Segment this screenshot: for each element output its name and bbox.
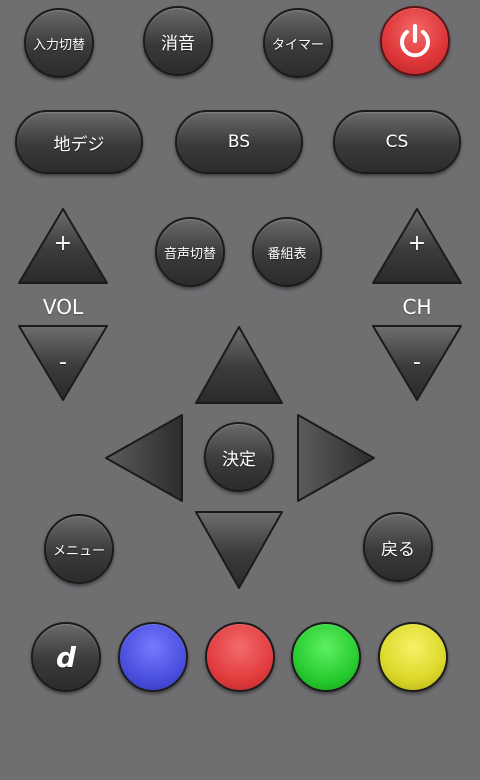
volume-up-button[interactable]: + [17,207,109,285]
audio-switch-button[interactable]: 音声切替 [155,217,225,287]
d-button[interactable]: d [31,622,101,692]
red-button[interactable] [205,622,275,692]
dpad-right-button[interactable] [296,413,376,503]
cs-button[interactable]: CS [333,110,461,174]
volume-up-label: + [53,231,73,256]
timer-label: タイマー [271,37,324,53]
terrestrial-digital-button[interactable]: 地デジ [15,110,143,174]
mute-label: 消音 [161,33,195,54]
power-button[interactable] [380,6,450,76]
program-guide-button[interactable]: 番組表 [252,217,322,287]
menu-label: メニュー [52,543,105,559]
bs-button[interactable]: BS [175,110,303,174]
channel-label: CH [402,295,432,319]
power-icon [400,24,430,58]
timer-button[interactable]: タイマー [263,8,333,78]
triangle-down-icon [195,511,283,589]
triangle-left-icon [105,414,183,502]
volume-label: VOL [42,295,84,319]
cs-label: CS [385,132,409,152]
back-label: 戻る [381,539,415,560]
triangle-right-icon [297,414,375,502]
channel-up-button[interactable]: + [371,207,463,285]
back-button[interactable]: 戻る [363,512,433,582]
input-switch-button[interactable]: 入力切替 [24,8,94,78]
dpad-left-button[interactable] [104,413,184,503]
triangle-up-icon [195,326,283,404]
blue-button[interactable] [118,622,188,692]
channel-up-label: + [407,231,427,256]
dpad-up-button[interactable] [194,325,284,405]
input-switch-label: 入力切替 [32,37,85,53]
volume-down-button[interactable]: - [17,324,109,402]
ok-button[interactable]: 決定 [204,422,274,492]
audio-switch-label: 音声切替 [163,246,216,262]
mute-button[interactable]: 消音 [143,6,213,76]
dpad-down-button[interactable] [194,510,284,590]
terrestrial-digital-label: 地デジ [53,134,105,155]
volume-down-label: - [59,350,67,375]
green-button[interactable] [291,622,361,692]
program-guide-label: 番組表 [267,246,307,262]
menu-button[interactable]: メニュー [44,514,114,584]
yellow-button[interactable] [378,622,448,692]
bs-label: BS [227,132,251,152]
ok-label: 決定 [222,449,256,470]
channel-down-button[interactable]: - [371,324,463,402]
channel-down-label: - [413,350,421,375]
d-label: d [55,640,77,674]
